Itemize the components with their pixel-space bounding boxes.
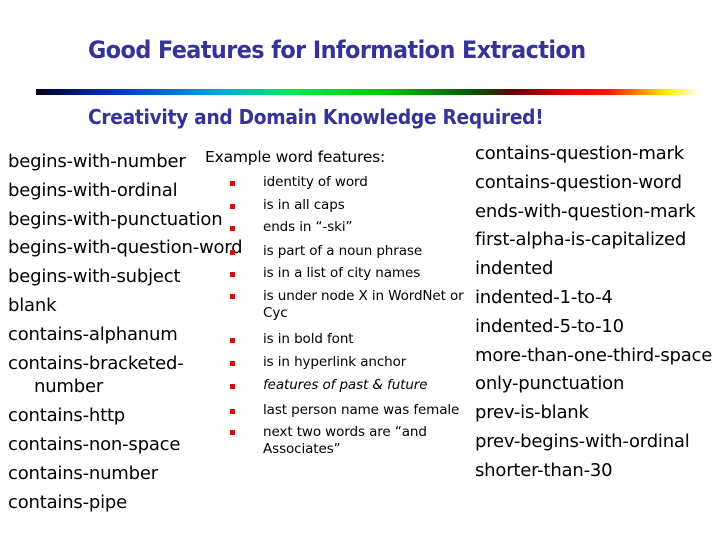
square-bullet-icon <box>230 361 235 366</box>
feature-item: contains-question-word <box>475 171 682 193</box>
example-feature-text: ends in “-ski” <box>263 219 353 235</box>
feature-item: contains-question-mark <box>475 143 684 164</box>
example-feature-item: identity of word <box>230 174 368 190</box>
feature-item: begins-with-question-word <box>8 237 243 259</box>
feature-item: contains-http <box>8 405 126 427</box>
feature-item: begins-with-punctuation <box>8 208 223 230</box>
feature-item: shorter-than-30 <box>475 459 613 481</box>
slide-title: Good Features for Information Extraction <box>88 36 586 64</box>
example-feature-text: is under node X in WordNet or <box>263 288 464 304</box>
example-feature-item: features of past & future <box>230 377 428 393</box>
feature-item: first-alpha-is-capitalized <box>475 229 687 251</box>
square-bullet-icon <box>230 430 235 435</box>
example-feature-text: is in a list of city names <box>263 265 421 281</box>
example-feature-item: is part of a noun phrase <box>230 243 422 259</box>
feature-item: contains-alphanum <box>8 323 178 345</box>
example-feature-text: is in bold font <box>263 331 354 347</box>
example-feature-text-continuation: Associates” <box>263 441 341 457</box>
square-bullet-icon <box>230 338 235 343</box>
feature-item: prev-begins-with-ordinal <box>475 430 690 452</box>
feature-item: indented-1-to-4 <box>475 286 613 308</box>
feature-item: contains-pipe <box>8 491 128 513</box>
example-feature-item: last person name was female <box>230 402 459 418</box>
left-feature-list: begins-with-number begins-with-ordinal b… <box>8 148 243 517</box>
example-feature-text: is in hyperlink anchor <box>263 354 407 370</box>
example-feature-text: is part of a noun phrase <box>263 243 423 259</box>
example-feature-text-continuation: Cyc <box>263 305 288 321</box>
square-bullet-icon <box>230 272 235 277</box>
example-feature-text: next two words are “and <box>263 424 427 440</box>
feature-item: begins-with-ordinal <box>8 179 178 201</box>
example-feature-item: is under node X in WordNet or Cyc <box>230 288 464 322</box>
feature-item: more-than-one-third-space <box>475 344 713 366</box>
square-bullet-icon <box>230 204 235 209</box>
example-feature-item: ends in “-ski” <box>230 219 353 235</box>
example-feature-item: is in hyperlink anchor <box>230 354 406 370</box>
example-feature-item: is in all caps <box>230 197 345 213</box>
feature-item: indented <box>475 258 554 280</box>
example-features-heading: Example word features: <box>205 148 386 166</box>
example-feature-item: is in a list of city names <box>230 265 420 281</box>
feature-item: begins-with-subject <box>8 266 181 288</box>
example-feature-text: is in all caps <box>263 197 345 213</box>
feature-item: blank <box>8 294 57 316</box>
feature-item: prev-is-blank <box>475 402 589 424</box>
example-feature-item: next two words are “and Associates” <box>230 424 427 458</box>
square-bullet-icon <box>230 384 235 389</box>
example-feature-text: identity of word <box>263 174 368 190</box>
feature-item: indented-5-to-10 <box>475 315 624 337</box>
feature-item: contains-number <box>8 462 158 484</box>
example-feature-text: features of past & future <box>263 377 428 393</box>
square-bullet-icon <box>230 226 235 231</box>
feature-item: contains-non-space <box>8 433 181 455</box>
feature-item: only-punctuation <box>475 373 625 395</box>
slide-subtitle: Creativity and Domain Knowledge Required… <box>88 105 544 129</box>
feature-item: ends-with-question-mark <box>475 200 696 222</box>
square-bullet-icon <box>230 181 235 186</box>
gradient-divider <box>36 89 700 95</box>
square-bullet-icon <box>230 409 235 414</box>
example-feature-text: last person name was female <box>263 402 460 418</box>
right-feature-list: contains-question-mark contains-question… <box>475 140 712 486</box>
square-bullet-icon <box>230 294 235 299</box>
example-feature-item: is in bold font <box>230 331 354 347</box>
square-bullet-icon <box>230 250 235 255</box>
